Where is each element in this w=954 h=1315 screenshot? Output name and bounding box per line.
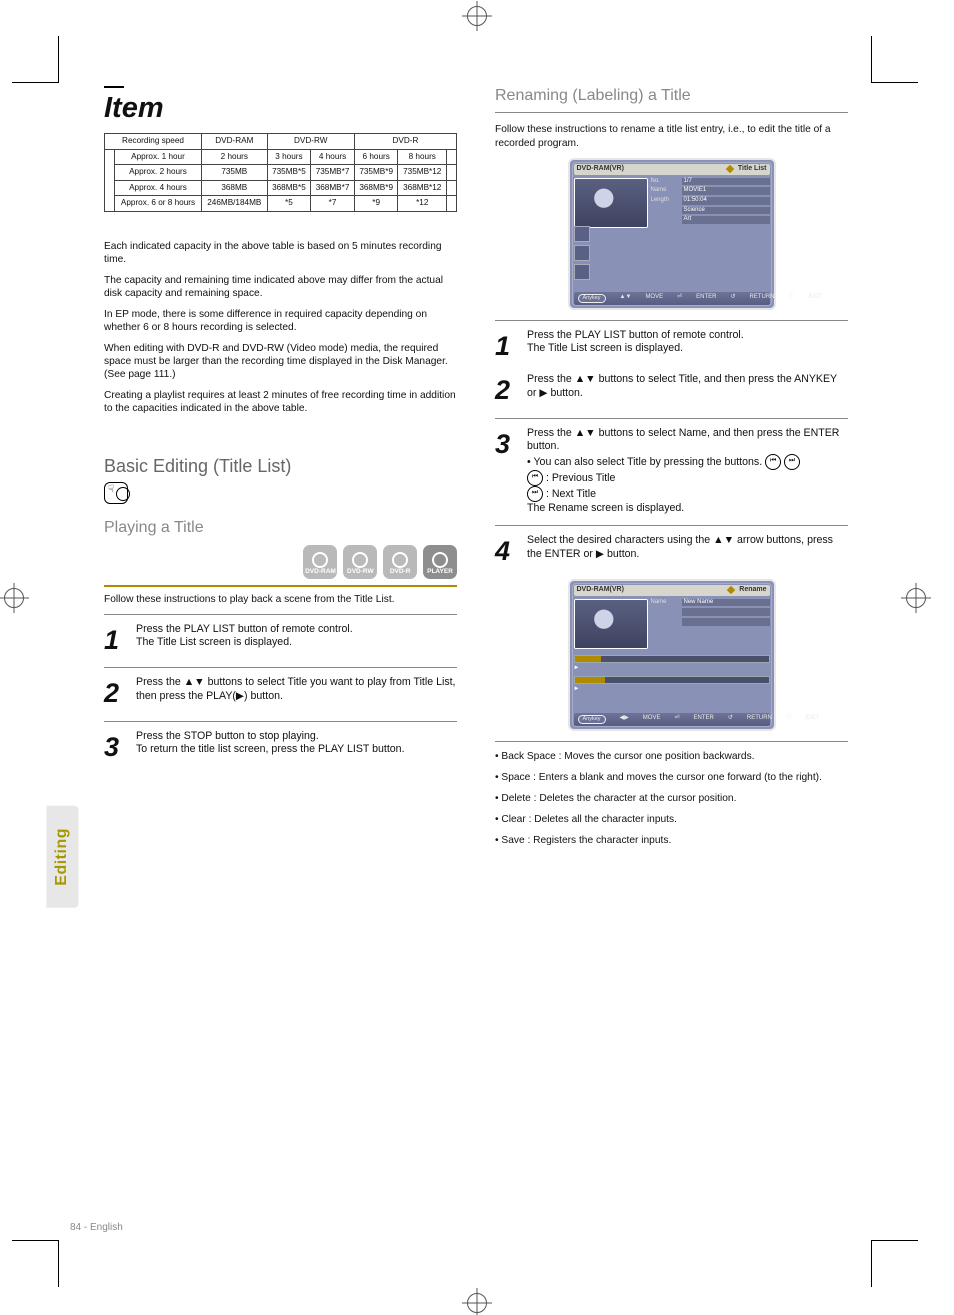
subsection-title: Renaming (Labeling) a Title [495,86,848,106]
thumbnail-icon [574,599,648,649]
osd-rename: DVD-RAM(VR)Rename NameNew Name ► ► Anyke… [568,579,776,731]
rule-icon [104,614,457,615]
disc-badge-dvdr [383,545,417,579]
next-icon: ⏭ [527,486,543,502]
registration-mark-icon [4,588,24,608]
step-1: 1 Press the PLAY LIST button of remote c… [104,623,457,658]
disc-badge-player [423,545,457,579]
rule-icon [104,667,457,668]
registration-mark-icon [467,1293,487,1313]
disc-badge-dvdrw [343,545,377,579]
step-3: 3 Press the ▲▼ buttons to select Name, a… [495,427,848,516]
recording-speed-table: Recording speed DVD-RAM DVD-RW DVD-R App… [104,133,457,212]
step-1: 1 Press the PLAY LIST button of remote c… [495,329,848,364]
anykey-chip: Anykey [578,715,606,724]
body-text: • Back Space : Moves the cursor one posi… [495,750,848,763]
body-text: Creating a playlist requires at least 2 … [104,389,457,415]
osd-title-list: DVD-RAM(VR)Title List No.1/7 NameMOVIE1 … [568,158,776,310]
rule-icon [104,585,457,587]
crop-mark [871,1240,918,1287]
subsection-title: Playing a Title [104,518,457,538]
section-item-number: Item [104,90,164,127]
rule-icon [495,418,848,419]
rule-icon [104,721,457,722]
rule-icon [495,112,848,113]
step-2: 2 Press the ▲▼ buttons to select Title, … [495,373,848,408]
body-text: Follow these instructions to play back a… [104,593,457,606]
disc-badge-dvdram [303,545,337,579]
body-text: • Delete : Deletes the character at the … [495,792,848,805]
body-text: • Clear : Deletes all the character inpu… [495,813,848,826]
section-title: Basic Editing (Title List) [104,455,457,478]
rule-icon [495,741,848,742]
crop-mark [12,36,59,83]
body-text: Follow these instructions to rename a ti… [495,123,848,149]
body-text: Each indicated capacity in the above tab… [104,240,457,266]
registration-mark-icon [467,6,487,26]
anykey-button-icon: ☟ [104,482,128,504]
body-text: The capacity and remaining time indicate… [104,274,457,300]
registration-mark-icon [906,588,926,608]
body-text: In EP mode, there is some difference in … [104,308,457,334]
body-text: • Space : Enters a blank and moves the c… [495,771,848,784]
anykey-chip: Anykey [578,294,606,303]
rule-icon [495,525,848,526]
rule-icon [104,86,124,88]
crop-mark [12,1240,59,1287]
cell [105,149,115,211]
step-4: 4 Select the desired characters using th… [495,534,848,569]
prev-icon: ⏮ [527,470,543,486]
side-tab-editing: Editing [46,806,78,908]
crop-mark [871,36,918,83]
page-number: 84 - English [70,1222,123,1235]
step-2: 2 Press the ▲▼ buttons to select Title y… [104,676,457,711]
next-icon: ⏭ [784,454,800,470]
prev-icon: ⏮ [765,454,781,470]
body-text: • Save : Registers the character inputs. [495,834,848,847]
rule-icon [495,320,848,321]
thumbnail-icon [574,178,648,228]
step-3: 3 Press the STOP button to stop playing.… [104,730,457,765]
body-text: When editing with DVD-R and DVD-RW (Vide… [104,342,457,381]
